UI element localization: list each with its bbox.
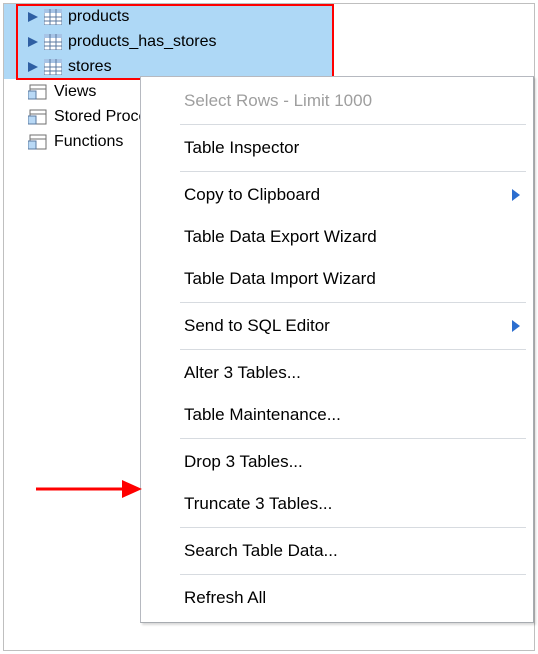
menu-refresh-all[interactable]: Refresh All [144, 577, 530, 619]
menu-item-label: Copy to Clipboard [184, 185, 320, 205]
menu-separator [180, 574, 526, 575]
menu-item-label: Table Inspector [184, 138, 299, 158]
menu-separator [180, 438, 526, 439]
menu-table-data-export-wizard[interactable]: Table Data Export Wizard [144, 216, 530, 258]
context-menu: Select Rows - Limit 1000 Table Inspector… [140, 76, 534, 623]
expand-triangle-icon[interactable] [28, 12, 38, 22]
menu-drop-tables[interactable]: Drop 3 Tables... [144, 441, 530, 483]
menu-alter-tables[interactable]: Alter 3 Tables... [144, 352, 530, 394]
table-icon [44, 34, 62, 50]
tree-item-label: products [68, 8, 129, 26]
functions-icon [28, 133, 48, 151]
menu-select-rows: Select Rows - Limit 1000 [144, 80, 530, 122]
menu-item-label: Send to SQL Editor [184, 316, 330, 336]
menu-item-label: Drop 3 Tables... [184, 452, 303, 472]
menu-item-label: Table Data Import Wizard [184, 269, 376, 289]
tree-item-label: products_has_stores [68, 33, 217, 51]
menu-separator [180, 527, 526, 528]
menu-item-label: Truncate 3 Tables... [184, 494, 332, 514]
menu-copy-to-clipboard[interactable]: Copy to Clipboard [144, 174, 530, 216]
menu-table-maintenance[interactable]: Table Maintenance... [144, 394, 530, 436]
menu-table-data-import-wizard[interactable]: Table Data Import Wizard [144, 258, 530, 300]
tree-table-row[interactable]: products [4, 4, 334, 29]
menu-separator [180, 124, 526, 125]
menu-send-to-sql-editor[interactable]: Send to SQL Editor [144, 305, 530, 347]
expand-triangle-icon[interactable] [28, 37, 38, 47]
tree-item-label: stores [68, 58, 112, 76]
menu-item-label: Table Data Export Wizard [184, 227, 377, 247]
submenu-arrow-icon [512, 320, 520, 332]
menu-item-label: Alter 3 Tables... [184, 363, 301, 383]
menu-separator [180, 349, 526, 350]
table-icon [44, 59, 62, 75]
menu-table-inspector[interactable]: Table Inspector [144, 127, 530, 169]
tree-table-row[interactable]: products_has_stores [4, 29, 334, 54]
menu-item-label: Search Table Data... [184, 541, 338, 561]
stored-procedures-icon [28, 108, 48, 126]
table-icon [44, 9, 62, 25]
app-frame: products products_has_stores [3, 3, 535, 651]
menu-separator [180, 171, 526, 172]
menu-item-label: Refresh All [184, 588, 266, 608]
tree-item-label: Views [54, 83, 96, 101]
submenu-arrow-icon [512, 189, 520, 201]
menu-search-table-data[interactable]: Search Table Data... [144, 530, 530, 572]
expand-triangle-icon[interactable] [28, 62, 38, 72]
tree-item-label: Functions [54, 133, 123, 151]
views-icon [28, 83, 48, 101]
menu-separator [180, 302, 526, 303]
menu-item-label: Select Rows - Limit 1000 [184, 91, 372, 111]
annotation-arrow-icon [36, 476, 142, 502]
menu-truncate-tables[interactable]: Truncate 3 Tables... [144, 483, 530, 525]
menu-item-label: Table Maintenance... [184, 405, 341, 425]
